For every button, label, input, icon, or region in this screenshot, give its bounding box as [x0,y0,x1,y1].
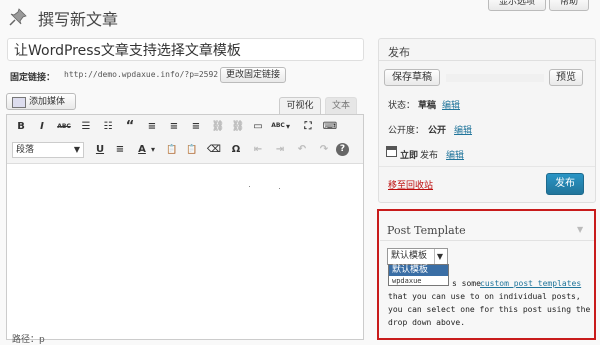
tab-text[interactable]: 文本 [325,97,357,114]
justify-button[interactable]: ≡ [112,143,128,157]
link-icon[interactable]: ⛓ [210,120,226,134]
add-media-label: 添加媒体 [29,97,66,107]
template-dropdown-list: 默认模板 wpdaxue [388,264,449,286]
page-title: 撰写新文章 [38,10,119,29]
template-select-value: 默认模板 [391,251,428,261]
publish-box-title: 发布 [388,46,410,59]
format-select-value: 段落 [16,145,35,155]
divider [380,240,594,241]
collapse-arrow-icon[interactable]: ▼ [577,225,583,234]
unlink-icon[interactable]: ⛓ [230,120,246,134]
change-permalink-button[interactable]: 更改固定链接 [220,67,286,83]
align-right-button[interactable]: ≡ [188,120,204,134]
preview-button[interactable]: 预览 [549,69,583,86]
status-edit-link[interactable]: 编辑 [442,98,460,111]
editor-cursor-mark [249,186,250,187]
outdent-icon[interactable]: ⇤ [250,143,266,157]
status-label: 状态： [388,101,416,111]
italic-button[interactable]: I [34,120,50,134]
divider [379,166,595,167]
schedule-edit-link[interactable]: 编辑 [446,148,464,161]
tab-visual[interactable]: 可视化 [279,97,321,114]
strikethrough-button[interactable]: ABC [56,120,72,134]
template-select[interactable]: 默认模板 ▼ [387,248,448,265]
chevron-down-icon: ▼ [73,145,80,154]
pushpin-icon [9,8,27,26]
underline-button[interactable]: U [92,143,108,157]
template-description: s some [452,279,481,288]
calendar-icon [386,146,397,157]
align-left-button[interactable]: ≡ [144,120,160,134]
save-draft-button[interactable]: 保存草稿 [384,69,440,86]
post-title-input[interactable] [7,38,364,61]
visibility-label: 公开度： [388,126,425,136]
text-color-dropdown-icon[interactable]: ▾ [148,143,158,157]
bullet-list-button[interactable]: ☰ [78,120,94,134]
add-media-button[interactable]: 添加媒体 [6,93,76,110]
template-description: that you can use to on individual posts, [388,292,581,301]
schedule-label: 发布 [420,151,439,161]
redo-icon[interactable]: ↷ [316,143,332,157]
align-center-button[interactable]: ≡ [166,120,182,134]
screen-options-button[interactable]: 显示选项 [488,0,546,11]
paste-word-icon[interactable]: 📋 [184,143,200,157]
schedule-now-label: 立即 [400,151,419,161]
editor-path-label: 路径：p [12,335,45,345]
template-option[interactable]: 默认模板 [389,265,448,276]
numbered-list-button[interactable]: ☷ [100,120,116,134]
special-character-button[interactable]: Ω [228,143,244,157]
help-button[interactable]: 帮助 [549,0,589,11]
custom-templates-link[interactable]: custom post templates [480,279,581,288]
post-template-title: Post Template [387,224,466,237]
divider [379,60,595,61]
insert-more-button[interactable]: ▭ [250,120,266,134]
editor-cursor-mark [279,188,280,189]
kitchen-sink-button[interactable]: ⌨ [322,120,338,134]
help-icon[interactable]: ? [336,143,349,156]
bold-button[interactable]: B [13,120,29,134]
indent-icon[interactable]: ⇥ [272,143,288,157]
draft-status-area [446,74,544,82]
undo-icon[interactable]: ↶ [294,143,310,157]
spellcheck-dropdown-icon[interactable]: ▾ [283,120,293,134]
chevron-down-icon: ▼ [434,249,445,264]
template-description: you can select one for this post using t… [388,305,591,314]
publish-button[interactable]: 发布 [546,173,584,195]
format-select[interactable]: 段落 ▼ [12,142,84,158]
paste-text-icon[interactable]: 📋 [164,143,180,157]
fullscreen-button[interactable]: ⛶ [300,120,316,134]
media-icon [12,97,26,108]
template-option[interactable]: wpdaxue [389,276,448,286]
visibility-value: 公开 [428,126,447,136]
blockquote-button[interactable]: “ [122,120,138,134]
clear-formatting-icon[interactable]: ⌫ [206,143,222,157]
visibility-edit-link[interactable]: 编辑 [454,123,472,136]
permalink-url[interactable]: http://demo.wpdaxue.info/?p=2592 [64,70,218,79]
status-value: 草稿 [418,101,437,111]
template-description: drop down above. [388,318,466,327]
move-to-trash-link[interactable]: 移至回收站 [388,178,433,191]
permalink-label: 固定链接： [10,73,56,83]
